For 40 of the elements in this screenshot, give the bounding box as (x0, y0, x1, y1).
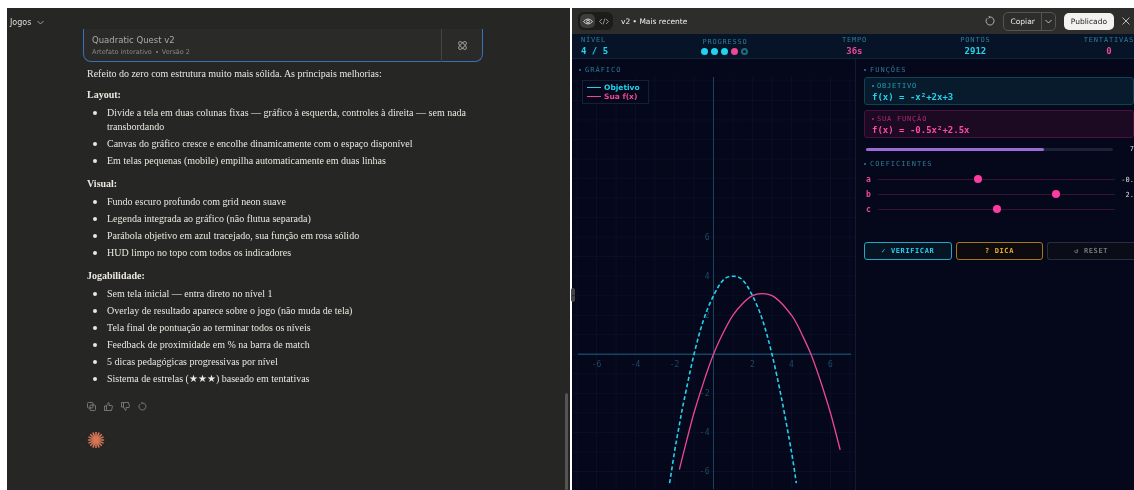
project-title[interactable]: Jogos (10, 17, 32, 27)
list-item-text: Divide a tela em duas colunas fixas — gráfico à esquerda, controles à direita — sem nada transbordando (107, 106, 468, 134)
stat-value: 4 / 5 (581, 46, 609, 56)
tick-label: 6 (828, 360, 833, 370)
stat-value: 0 (1106, 46, 1112, 56)
list-item-text: 5 dicas pedagógicas progressivas por nível (107, 355, 278, 369)
coefficient-label: c (866, 205, 872, 214)
tick-label: -2 (669, 360, 680, 370)
section-heading: Jogabilidade: (87, 270, 146, 281)
section-heading: Layout: (87, 89, 122, 100)
function-formula: f(x) = -x²+2x+3 (872, 92, 955, 102)
artifact-title: Quadratic Quest v2 (92, 34, 176, 45)
list-item-text: Tela final de pontuação ao terminar todos os níveis (107, 321, 311, 335)
coefficient-label: b (866, 190, 872, 199)
stat-value: 2912 (964, 46, 987, 56)
tick-label: 2 (750, 360, 755, 370)
list-item-text: Sistema de estrelas (★★★) baseado em tentativas (107, 372, 310, 386)
tick-label: 4 (704, 272, 710, 282)
section-heading: Visual: (87, 178, 119, 189)
list-item-text: Legenda integrada ao gráfico (não flutua separada) (107, 212, 311, 226)
function-formula: f(x) = -0.5x²+2.5x (872, 125, 971, 135)
tick-label: -4 (699, 428, 710, 438)
coefficient-label: a (866, 175, 872, 184)
message-text: Refeito do zero com estrutura muito mais sólida. As principais melhorias: (87, 68, 383, 79)
list-item-text: Fundo escuro profundo com grid neon suave (107, 195, 286, 209)
list-item-text: Em telas pequenas (mobile) empilha automaticamente em duas linhas (107, 154, 386, 168)
list-item-text: Overlay de resultado aparece sobre o jogo (não muda de tela) (107, 304, 353, 318)
tick-label: -2 (699, 389, 710, 399)
list-item-text: Feedback de proximidade em % na barra de match (107, 338, 310, 352)
tick-label: 4 (789, 360, 794, 370)
tick-label: -4 (630, 360, 641, 370)
list-item-text: HUD limpo no topo com todos os indicadores (107, 246, 292, 260)
stat-value: 36s (846, 46, 863, 56)
list-item-text: Parábola objetivo em azul tracejado, sua função em rosa sólido (107, 229, 360, 243)
tick-label: -6 (591, 360, 602, 370)
tick-label: 6 (704, 233, 710, 243)
tick-label: 2 (704, 311, 710, 321)
tick-label: -6 (699, 467, 710, 477)
list-item-text: Canvas do gráfico cresce e encolhe dinamicamente com o espaço disponível (107, 137, 413, 151)
list-item-text: Sem tela inicial — entra direto no nível 1 (107, 287, 273, 301)
